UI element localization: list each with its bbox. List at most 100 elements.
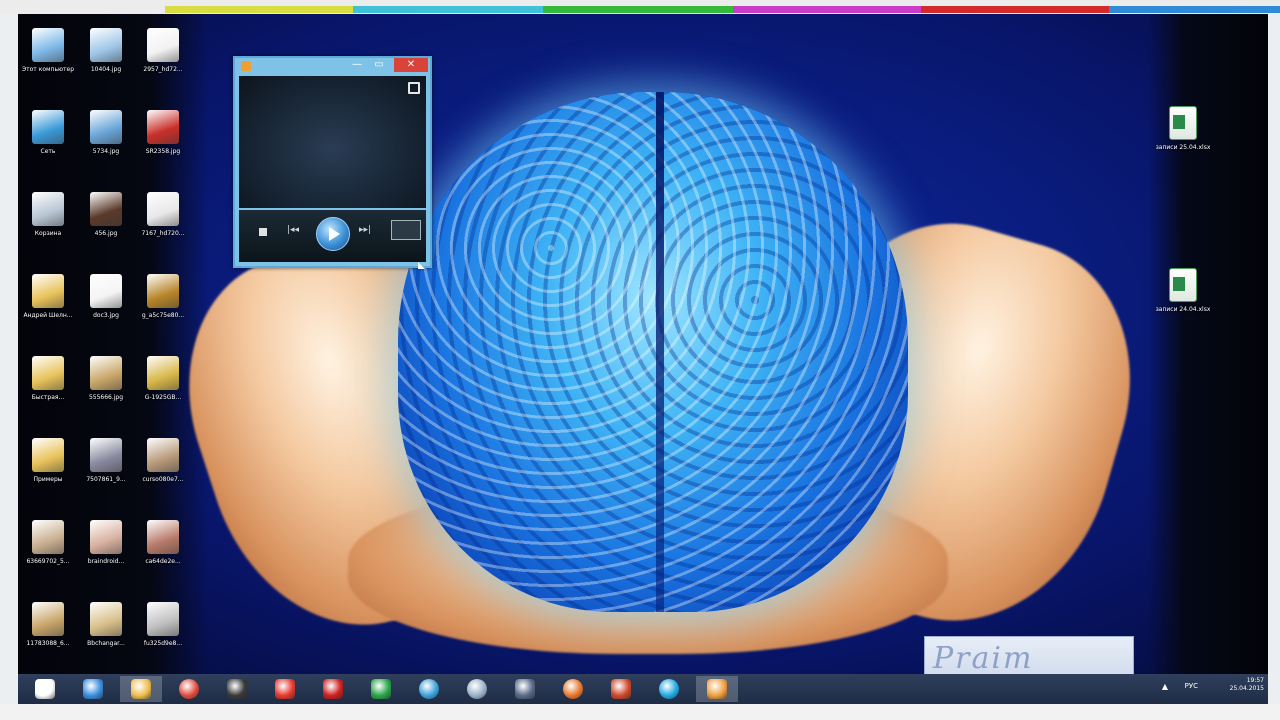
color-strip-4 [733, 6, 921, 13]
color-strip-5 [921, 6, 1109, 13]
taskbar-button[interactable] [648, 676, 690, 702]
image-file-icon [90, 110, 122, 144]
switch-to-library-button[interactable] [391, 220, 421, 240]
desktop-icon-label: записи 25.04.xlsx [1155, 144, 1211, 151]
desktop-icon-label: Быстрая... [31, 394, 65, 401]
desktop-icon-label: Андрей Шелн... [23, 312, 73, 319]
desktop-icon[interactable]: 11783088_6... [18, 596, 78, 674]
play-button[interactable] [316, 217, 350, 251]
desktop-icon[interactable]: ca64de2e... [133, 514, 193, 592]
taskbar-button[interactable] [24, 676, 66, 702]
color-strip-6 [1109, 6, 1280, 13]
previous-button[interactable]: |◂◂ [287, 225, 299, 235]
image-file-icon [147, 192, 179, 226]
desktop-icon[interactable]: Примеры [18, 432, 78, 510]
desktop-icon-label: 2957_hd72... [143, 66, 183, 73]
taskbar-button[interactable] [552, 676, 594, 702]
desktop-icon-label: ca64de2e... [145, 558, 181, 565]
skype-icon [659, 679, 679, 699]
folder-icon [32, 274, 64, 308]
record-app-icon [323, 679, 343, 699]
color-strip-1 [165, 6, 353, 13]
computer-icon [32, 28, 64, 62]
tray-clock[interactable]: 19:57 25.04.2015 [1230, 677, 1264, 701]
image-file-icon [147, 110, 179, 144]
desktop-icon[interactable]: Сеть [18, 104, 78, 182]
fullscreen-icon[interactable] [408, 82, 420, 94]
desktop-icon[interactable]: 10404.jpg [76, 22, 136, 100]
image-file-icon [147, 520, 179, 554]
desktop-icon[interactable]: SR2358.jpg [133, 104, 193, 182]
desktop-icon-label: Примеры [33, 476, 63, 483]
minimize-button[interactable]: — [347, 60, 367, 72]
maximize-button[interactable]: ▭ [369, 60, 389, 72]
desktop-icon[interactable]: fu325d9e8... [133, 596, 193, 674]
media-player-window[interactable]: — ▭ ✕ |◂◂ ▸▸| [233, 56, 432, 268]
desktop-icon[interactable]: Быстрая... [18, 350, 78, 428]
desktop-icon[interactable]: 2957_hd72... [133, 22, 193, 100]
taskbar-button[interactable] [312, 676, 354, 702]
desktop-icon-label: 11783088_6... [26, 640, 70, 647]
desktop-icon-label: Сеть [40, 148, 56, 155]
image-file-icon [147, 602, 179, 636]
taskbar-button[interactable] [72, 676, 114, 702]
desktop-icon-label: 456.jpg [94, 230, 118, 237]
stop-button[interactable] [259, 228, 267, 236]
image-file-icon [90, 438, 122, 472]
desktop-icon[interactable]: doc3.jpg [76, 268, 136, 346]
taskbar-button[interactable] [168, 676, 210, 702]
remote-desktop-icon [227, 679, 247, 699]
tray-overflow-arrow[interactable]: ▲ [1162, 682, 1168, 691]
desktop-icon[interactable]: 7507861_9... [76, 432, 136, 510]
desktop-icon[interactable]: g_a5c75e80... [133, 268, 193, 346]
firefox-icon [563, 679, 583, 699]
taskbar-button[interactable] [264, 676, 306, 702]
taskbar-button[interactable] [600, 676, 642, 702]
desktop-icon[interactable]: 5734.jpg [76, 104, 136, 182]
image-file-icon [90, 602, 122, 636]
taskbar-button[interactable] [120, 676, 162, 702]
desktop-icon[interactable]: 456.jpg [76, 186, 136, 264]
desktop-icon[interactable]: braindroid... [76, 514, 136, 592]
media-player-app-icon [241, 61, 251, 71]
chrome-icon [179, 679, 199, 699]
desktop-icon[interactable]: G-1925GB... [133, 350, 193, 428]
picture-manager-icon [419, 679, 439, 699]
desktop-icon[interactable]: 7167_hd720... [133, 186, 193, 264]
desktop-icon-label: 7507861_9... [86, 476, 126, 483]
desktop-icon-xlsx-2[interactable]: записи 24.04.xlsx [1153, 262, 1213, 340]
network-settings-icon [467, 679, 487, 699]
desktop-icon[interactable]: curso080e7... [133, 432, 193, 510]
taskbar-button[interactable] [696, 676, 738, 702]
image-file-icon [90, 192, 122, 226]
image-file-icon [147, 28, 179, 62]
praim-watermark: Praim [924, 636, 1134, 674]
next-button[interactable]: ▸▸| [359, 225, 371, 235]
taskbar-button[interactable] [504, 676, 546, 702]
excel-file-icon [1169, 268, 1197, 302]
desktop-icon-label: 555666.jpg [88, 394, 124, 401]
desktop-icon[interactable]: Bbchangar... [76, 596, 136, 674]
desktop-icon[interactable]: 63669702_5... [18, 514, 78, 592]
desktop-icon-label: doc3.jpg [93, 312, 119, 319]
desktop-icon[interactable]: Этот компьютер [18, 22, 78, 100]
desktop-icon[interactable]: Корзина [18, 186, 78, 264]
media-player-titlebar[interactable]: — ▭ ✕ [235, 58, 430, 74]
desktop-icon-xlsx-1[interactable]: записи 25.04.xlsx [1153, 100, 1213, 178]
desktop[interactable]: Этот компьютер 10404.jpg 2957_hd72... Сеть 5… [18, 14, 1268, 674]
network-icon [32, 110, 64, 144]
close-button[interactable]: ✕ [394, 58, 428, 72]
color-strip-3 [543, 6, 733, 13]
image-file-icon [90, 520, 122, 554]
file-explorer-icon [131, 679, 151, 699]
taskbar-button[interactable] [360, 676, 402, 702]
tray-language-indicator[interactable]: РУС [1185, 682, 1198, 690]
desktop-icon[interactable]: 555666.jpg [76, 350, 136, 428]
taskbar-button[interactable] [456, 676, 498, 702]
taskbar-button[interactable] [408, 676, 450, 702]
taskbar-button[interactable] [216, 676, 258, 702]
desktop-icon[interactable]: Андрей Шелн... [18, 268, 78, 346]
video-frame-right [1268, 14, 1280, 720]
video-area[interactable] [239, 76, 426, 208]
desktop-icon-label: curso080e7... [142, 476, 184, 483]
